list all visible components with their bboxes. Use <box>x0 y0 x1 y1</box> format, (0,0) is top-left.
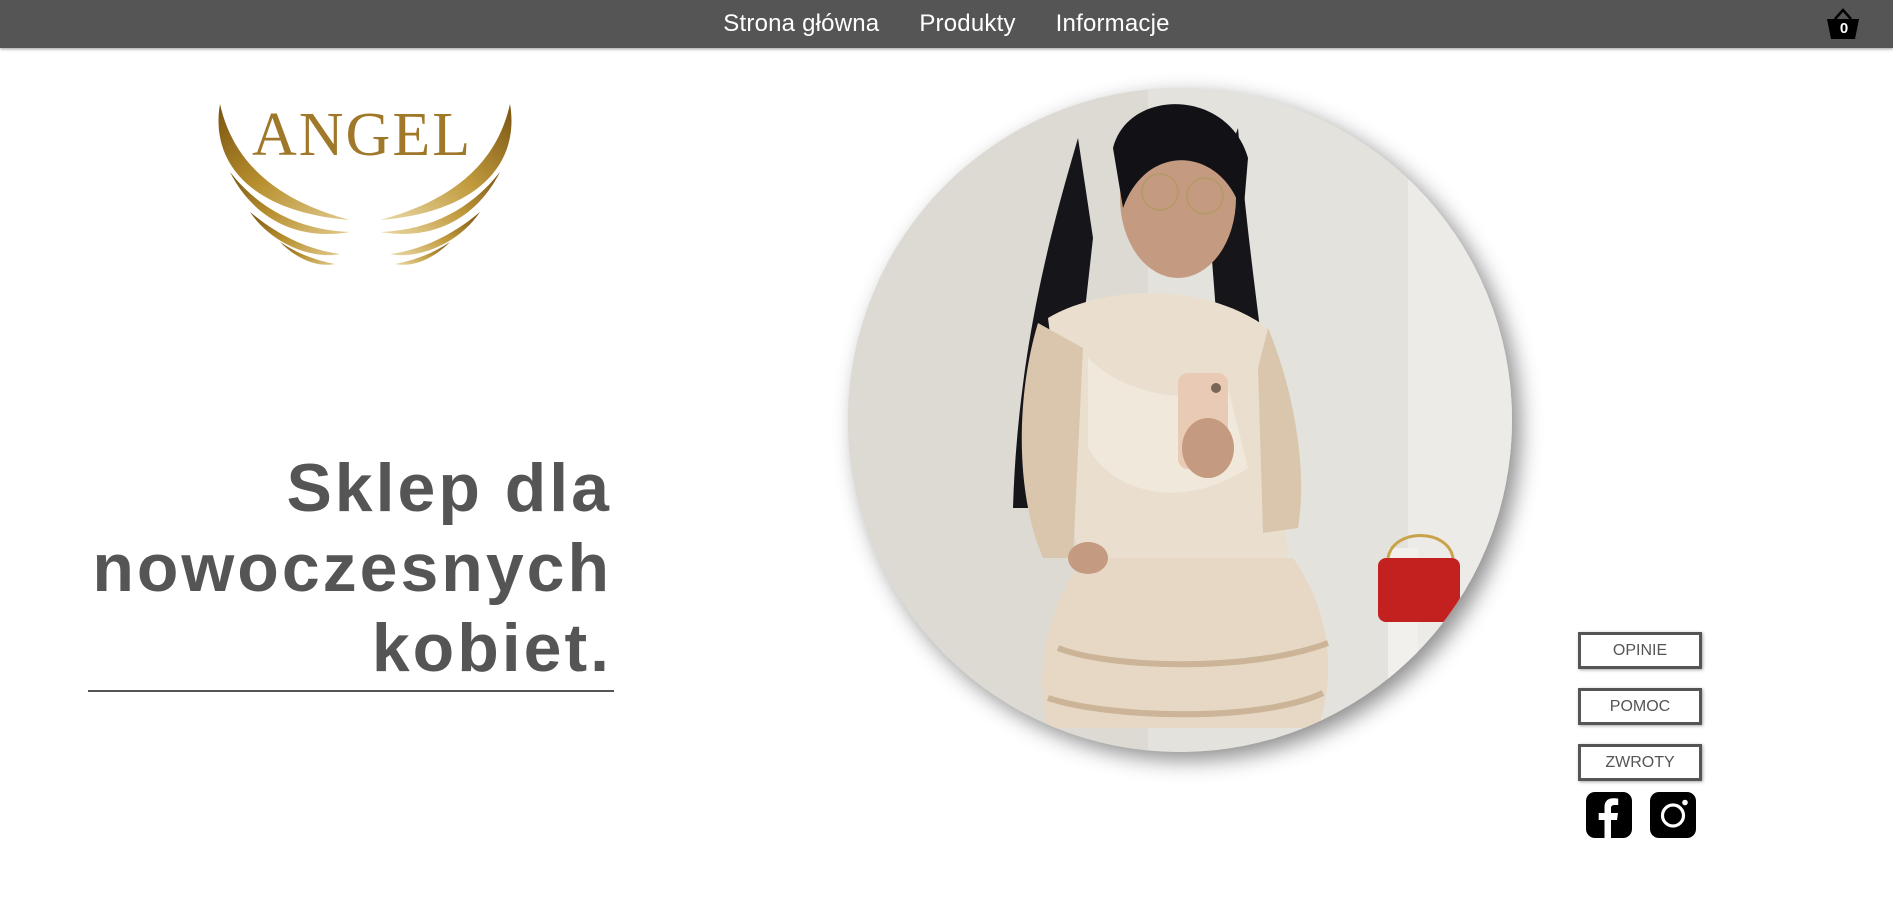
headline-line-1: Sklep dla <box>286 450 612 526</box>
help-button[interactable]: POMOC <box>1578 688 1702 725</box>
returns-button[interactable]: ZWROTY <box>1578 744 1702 781</box>
cart-button[interactable]: 0 <box>1823 6 1863 42</box>
logo-text: ANGEL <box>252 101 473 169</box>
nav-link-home[interactable]: Strona główna <box>723 10 879 38</box>
info-buttons: OPINIE POMOC ZWROTY <box>1578 632 1702 800</box>
nav-link-information[interactable]: Informacje <box>1056 10 1170 38</box>
instagram-icon <box>1650 792 1696 838</box>
nav-link-products[interactable]: Produkty <box>919 10 1015 38</box>
hero-headline: Sklep dla nowoczesnych kobiet. <box>88 448 612 688</box>
main-nav: Strona główna Produkty Informacje <box>0 0 1893 48</box>
instagram-link[interactable] <box>1650 792 1696 838</box>
hero-image <box>848 88 1512 752</box>
facebook-icon <box>1586 792 1632 838</box>
headline-line-3: kobiet. <box>371 610 612 686</box>
reviews-button[interactable]: OPINIE <box>1578 632 1702 669</box>
social-links <box>1586 792 1706 840</box>
cart-count: 0 <box>1839 20 1849 37</box>
brand-logo[interactable]: ANGEL <box>210 92 520 272</box>
woman-in-dress-photo <box>848 88 1512 752</box>
headline-line-2: nowoczesnych <box>92 530 612 606</box>
headline-underline <box>88 690 614 692</box>
facebook-link[interactable] <box>1586 792 1632 838</box>
top-navigation-bar: Strona główna Produkty Informacje 0 <box>0 0 1893 48</box>
